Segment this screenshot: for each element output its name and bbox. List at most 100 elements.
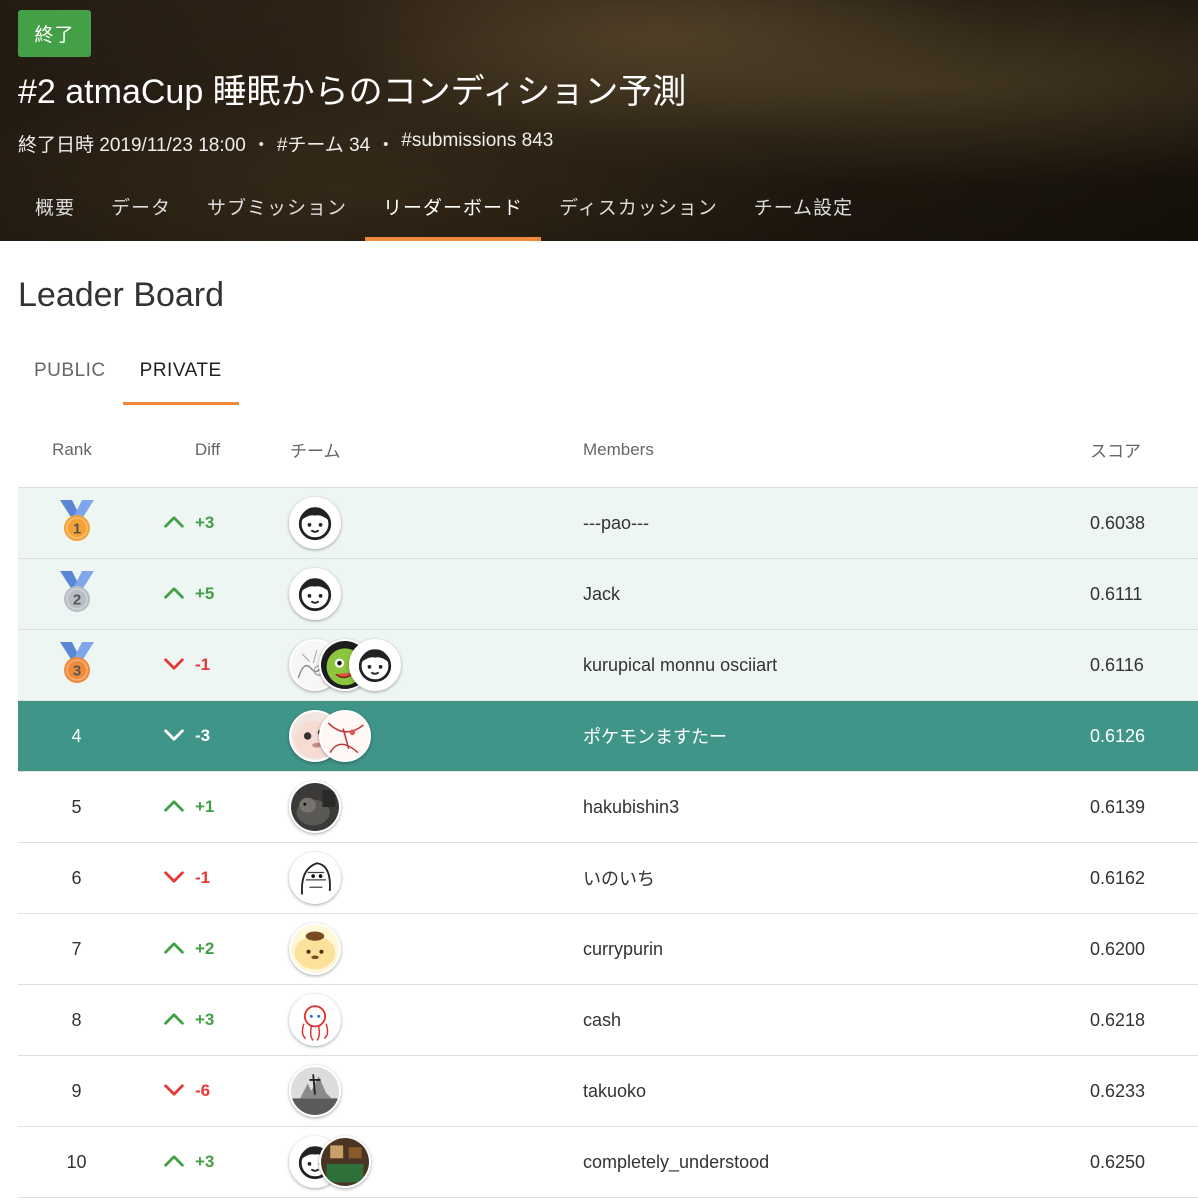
rank-value: 7 xyxy=(71,938,82,959)
rank-cell: 8 xyxy=(18,1010,135,1031)
diff-cell: -6 xyxy=(135,1081,289,1102)
table-row: 4 -3 ポケモンますたー 0.6126 xyxy=(18,701,1198,772)
rank-cell: 1 xyxy=(18,498,135,549)
diff-cell: -1 xyxy=(135,868,289,889)
team-avatars xyxy=(289,1065,341,1117)
chevron-up-icon xyxy=(163,1152,195,1173)
team-cell xyxy=(289,497,583,549)
diff-cell: +1 xyxy=(135,797,289,818)
meta-separator: ・ xyxy=(251,135,271,156)
chevron-up-icon xyxy=(163,939,195,960)
member-avatar[interactable] xyxy=(289,497,341,549)
members-name[interactable]: hakubishin3 xyxy=(583,797,1090,818)
team-cell xyxy=(289,568,583,620)
team-cell xyxy=(289,710,583,762)
tab-leaderboard[interactable]: リーダーボード xyxy=(365,172,542,241)
score-value: 0.6116 xyxy=(1090,654,1144,675)
rank-cell: 7 xyxy=(18,939,135,960)
competition-title: #2 atmaCup 睡眠からのコンディション予測 xyxy=(18,73,687,111)
chevron-up-icon xyxy=(163,513,195,534)
table-row: 9 -6 takuoko 0.6233 xyxy=(18,1056,1198,1127)
score-value: 0.6038 xyxy=(1090,512,1146,533)
team-cell xyxy=(289,1136,583,1188)
score-value: 0.6233 xyxy=(1090,1080,1146,1101)
chevron-up-icon xyxy=(163,1010,195,1031)
team-cell xyxy=(289,994,583,1046)
table-header: Rank Diff チーム Members スコア xyxy=(18,412,1198,488)
members-name[interactable]: ---pao--- xyxy=(583,513,1090,534)
tab-overview[interactable]: 概要 xyxy=(17,172,93,241)
team-avatars xyxy=(289,710,371,762)
member-avatar[interactable] xyxy=(289,852,341,904)
score-value: 0.6162 xyxy=(1090,867,1146,888)
tab-data[interactable]: データ xyxy=(93,172,189,241)
members-name[interactable]: completely_understood xyxy=(583,1152,1090,1173)
table-row: 10 +3 completely_understood 0.6250 xyxy=(18,1127,1198,1198)
score-value: 0.6218 xyxy=(1090,1009,1146,1030)
member-avatar[interactable] xyxy=(289,781,341,833)
team-cell xyxy=(289,781,583,833)
team-cell xyxy=(289,852,583,904)
column-header-members: Members xyxy=(583,439,654,459)
competition-nav: 概要 データ サブミッション リーダーボード ディスカッション チーム設定 xyxy=(17,172,871,241)
tab-discussion[interactable]: ディスカッション xyxy=(541,172,736,241)
column-header-score: スコア xyxy=(1090,442,1141,461)
member-avatar[interactable] xyxy=(289,1065,341,1117)
table-row: 5 +1 hakubishin3 0.6139 xyxy=(18,772,1198,843)
members-name[interactable]: takuoko xyxy=(583,1081,1090,1102)
rank-cell: 10 xyxy=(18,1152,135,1173)
members-name[interactable]: いのいち xyxy=(583,865,1090,891)
rank-value: 9 xyxy=(71,1080,82,1101)
team-cell xyxy=(289,923,583,975)
table-row: 8 +3 cash 0.6218 xyxy=(18,985,1198,1056)
page-title: Leader Board xyxy=(18,276,225,314)
tab-submissions[interactable]: サブミッション xyxy=(189,172,365,241)
members-name[interactable]: ポケモンますたー xyxy=(583,723,1090,749)
tab-private[interactable]: PRIVATE xyxy=(122,336,239,405)
status-badge: 終了 xyxy=(18,10,91,57)
rank-value: 10 xyxy=(66,1151,87,1172)
members-name[interactable]: cash xyxy=(583,1010,1090,1031)
table-row: 2 +5 Jack 0.6111 xyxy=(18,559,1198,630)
members-name[interactable]: Jack xyxy=(583,584,1090,605)
table-row: 6 -1 いのいち 0.6162 xyxy=(18,843,1198,914)
member-avatar[interactable] xyxy=(289,568,341,620)
diff-value: +3 xyxy=(195,513,215,532)
table-row: 3 -1 kurupical monnu osciiart 0.6116 xyxy=(18,630,1198,701)
tab-public[interactable]: PUBLIC xyxy=(17,336,123,405)
svg-text:1: 1 xyxy=(72,520,80,537)
score-value: 0.6200 xyxy=(1090,938,1146,959)
rank-value: 8 xyxy=(71,1009,82,1030)
diff-value: -6 xyxy=(195,1081,211,1100)
score-value: 0.6111 xyxy=(1090,583,1143,604)
chevron-down-icon xyxy=(163,655,195,676)
team-avatars xyxy=(289,1136,371,1188)
member-avatar[interactable] xyxy=(349,639,401,691)
diff-cell: +3 xyxy=(135,1010,289,1031)
tab-team-settings[interactable]: チーム設定 xyxy=(736,172,871,241)
team-cell xyxy=(289,639,583,691)
diff-value: -1 xyxy=(195,655,211,674)
member-avatar[interactable] xyxy=(289,923,341,975)
meta-separator: ・ xyxy=(376,135,396,156)
team-avatars xyxy=(289,852,341,904)
diff-cell: +3 xyxy=(135,1152,289,1173)
rank-cell: 3 xyxy=(18,640,135,691)
members-name[interactable]: currypurin xyxy=(583,939,1090,960)
rank-cell: 9 xyxy=(18,1081,135,1102)
team-avatars xyxy=(289,568,341,620)
team-cell xyxy=(289,1065,583,1117)
member-avatar[interactable] xyxy=(319,710,371,762)
team-avatars xyxy=(289,497,341,549)
end-date: 終了日時 2019/11/23 18:00 xyxy=(18,135,246,156)
diff-value: +5 xyxy=(195,584,215,603)
leaderboard-table: Rank Diff チーム Members スコア 1 +3 ---pao--- 0.… xyxy=(18,412,1198,1198)
diff-cell: +3 xyxy=(135,513,289,534)
members-name[interactable]: kurupical monnu osciiart xyxy=(583,655,1090,676)
member-avatar[interactable] xyxy=(289,994,341,1046)
rank-cell: 4 xyxy=(18,726,135,747)
member-avatar[interactable] xyxy=(319,1136,371,1188)
diff-value: -3 xyxy=(195,726,211,745)
diff-value: -1 xyxy=(195,868,211,887)
svg-text:3: 3 xyxy=(72,662,80,679)
